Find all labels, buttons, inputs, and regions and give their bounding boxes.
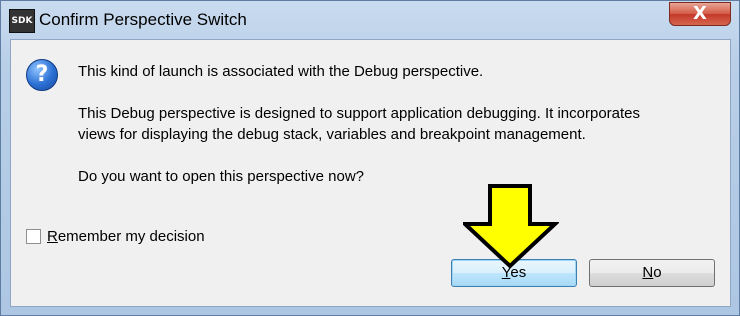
message-line-2: This Debug perspective is designed to su… xyxy=(78,105,641,122)
app-icon: SDK xyxy=(9,9,35,33)
window-title: Confirm Perspective Switch xyxy=(39,10,247,29)
message-line-4: Do you want to open this perspective now… xyxy=(78,168,365,185)
no-button[interactable]: No xyxy=(589,259,715,287)
remember-checkbox-label[interactable]: Remember my decision xyxy=(47,228,205,245)
close-button[interactable]: X xyxy=(669,2,731,26)
message-line-1: This kind of launch is associated with t… xyxy=(78,63,484,80)
dialog-body: ? This kind of launch is associated with… xyxy=(10,39,731,307)
message-line-3: views for displaying the debug stack, va… xyxy=(78,126,586,143)
remember-checkbox[interactable] xyxy=(26,229,41,244)
yellow-down-arrow-icon xyxy=(463,184,559,268)
dialog-window: SDK Confirm Perspective Switch X ? This … xyxy=(0,0,740,316)
annotation-arrow xyxy=(463,184,559,268)
question-icon: ? xyxy=(26,59,58,91)
